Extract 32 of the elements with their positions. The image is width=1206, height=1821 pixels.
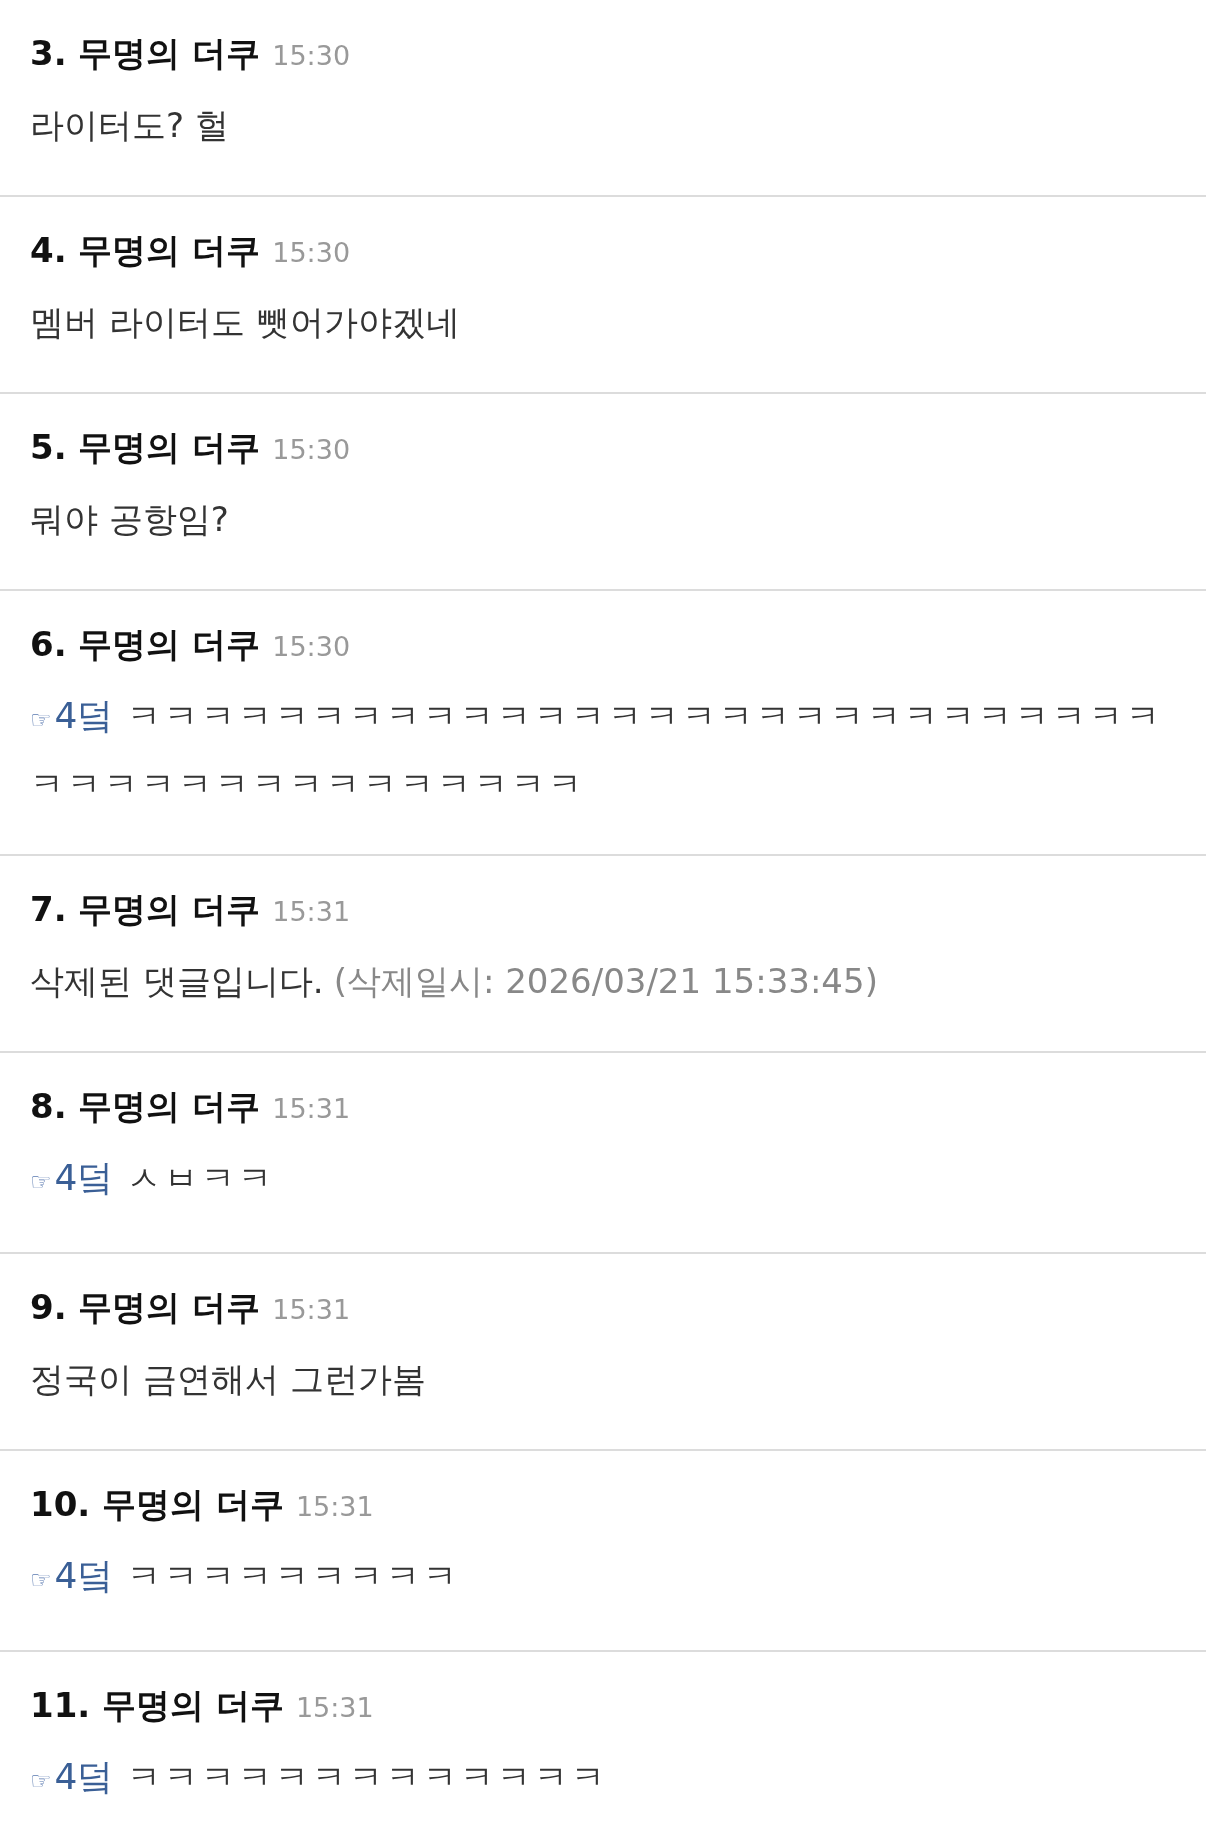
comment-time: 15:31	[272, 895, 351, 929]
comment-author: 4. 무명의 더쿠	[30, 229, 261, 272]
comment-author: 7. 무명의 더쿠	[30, 888, 261, 931]
comment-time: 15:31	[272, 1092, 351, 1126]
comment-time: 15:30	[272, 236, 351, 270]
comment-author: 8. 무명의 더쿠	[30, 1085, 261, 1128]
comment-text: 정국이 금연해서 그런가봄	[30, 1359, 426, 1399]
reply-link[interactable]: 4덬	[54, 695, 114, 736]
comment-text: 뭐야 공항임?	[30, 499, 229, 539]
deleted-time: (삭제일시: 2026/03/21 15:33:45)	[333, 961, 878, 1001]
comment-text: 라이터도? 헐	[30, 105, 229, 145]
comment-text: ☞4덬 ㅋㅋㅋㅋㅋㅋㅋㅋㅋㅋㅋㅋㅋ	[30, 1755, 610, 1799]
comment-time: 15:30	[272, 630, 351, 664]
comment-author: 11. 무명의 더쿠	[30, 1684, 284, 1727]
deleted-notice: 삭제된 댓글입니다.	[30, 961, 324, 1001]
comment-time: 15:31	[295, 1490, 374, 1524]
comment-text: ☞4덬 ㅅㅂㅋㅋ	[30, 1156, 277, 1200]
comment-text: ☞4덬 ㅋㅋㅋㅋㅋㅋㅋㅋㅋㅋㅋㅋㅋㅋㅋㅋㅋㅋㅋㅋㅋㅋㅋㅋㅋㅋㅋㅋㅋㅋㅋㅋㅋㅋㅋㅋㅋㅋㅋㅋㅋㅋㅋ	[30, 694, 1165, 806]
comment-time: 15:31	[295, 1691, 374, 1725]
reply-link[interactable]: 4덬	[54, 1555, 114, 1596]
comment-author: 5. 무명의 더쿠	[30, 426, 261, 469]
comment-time: 15:30	[272, 433, 351, 467]
reply-link[interactable]: 4덬	[54, 1756, 114, 1797]
comment-author: 3. 무명의 더쿠	[30, 32, 261, 75]
reply-link[interactable]: 4덬	[54, 1157, 114, 1198]
comment-author: 10. 무명의 더쿠	[30, 1483, 284, 1526]
comment-author: 9. 무명의 더쿠	[30, 1286, 261, 1329]
comment-author: 6. 무명의 더쿠	[30, 623, 261, 666]
comment-time: 15:31	[272, 1293, 351, 1327]
comment-text: ☞4덬 ㅋㅋㅋㅋㅋㅋㅋㅋㅋ	[30, 1554, 462, 1598]
comment-time: 15:30	[272, 39, 351, 73]
comment-text: 멤버 라이터도 뺏어가야겠네	[30, 302, 460, 342]
